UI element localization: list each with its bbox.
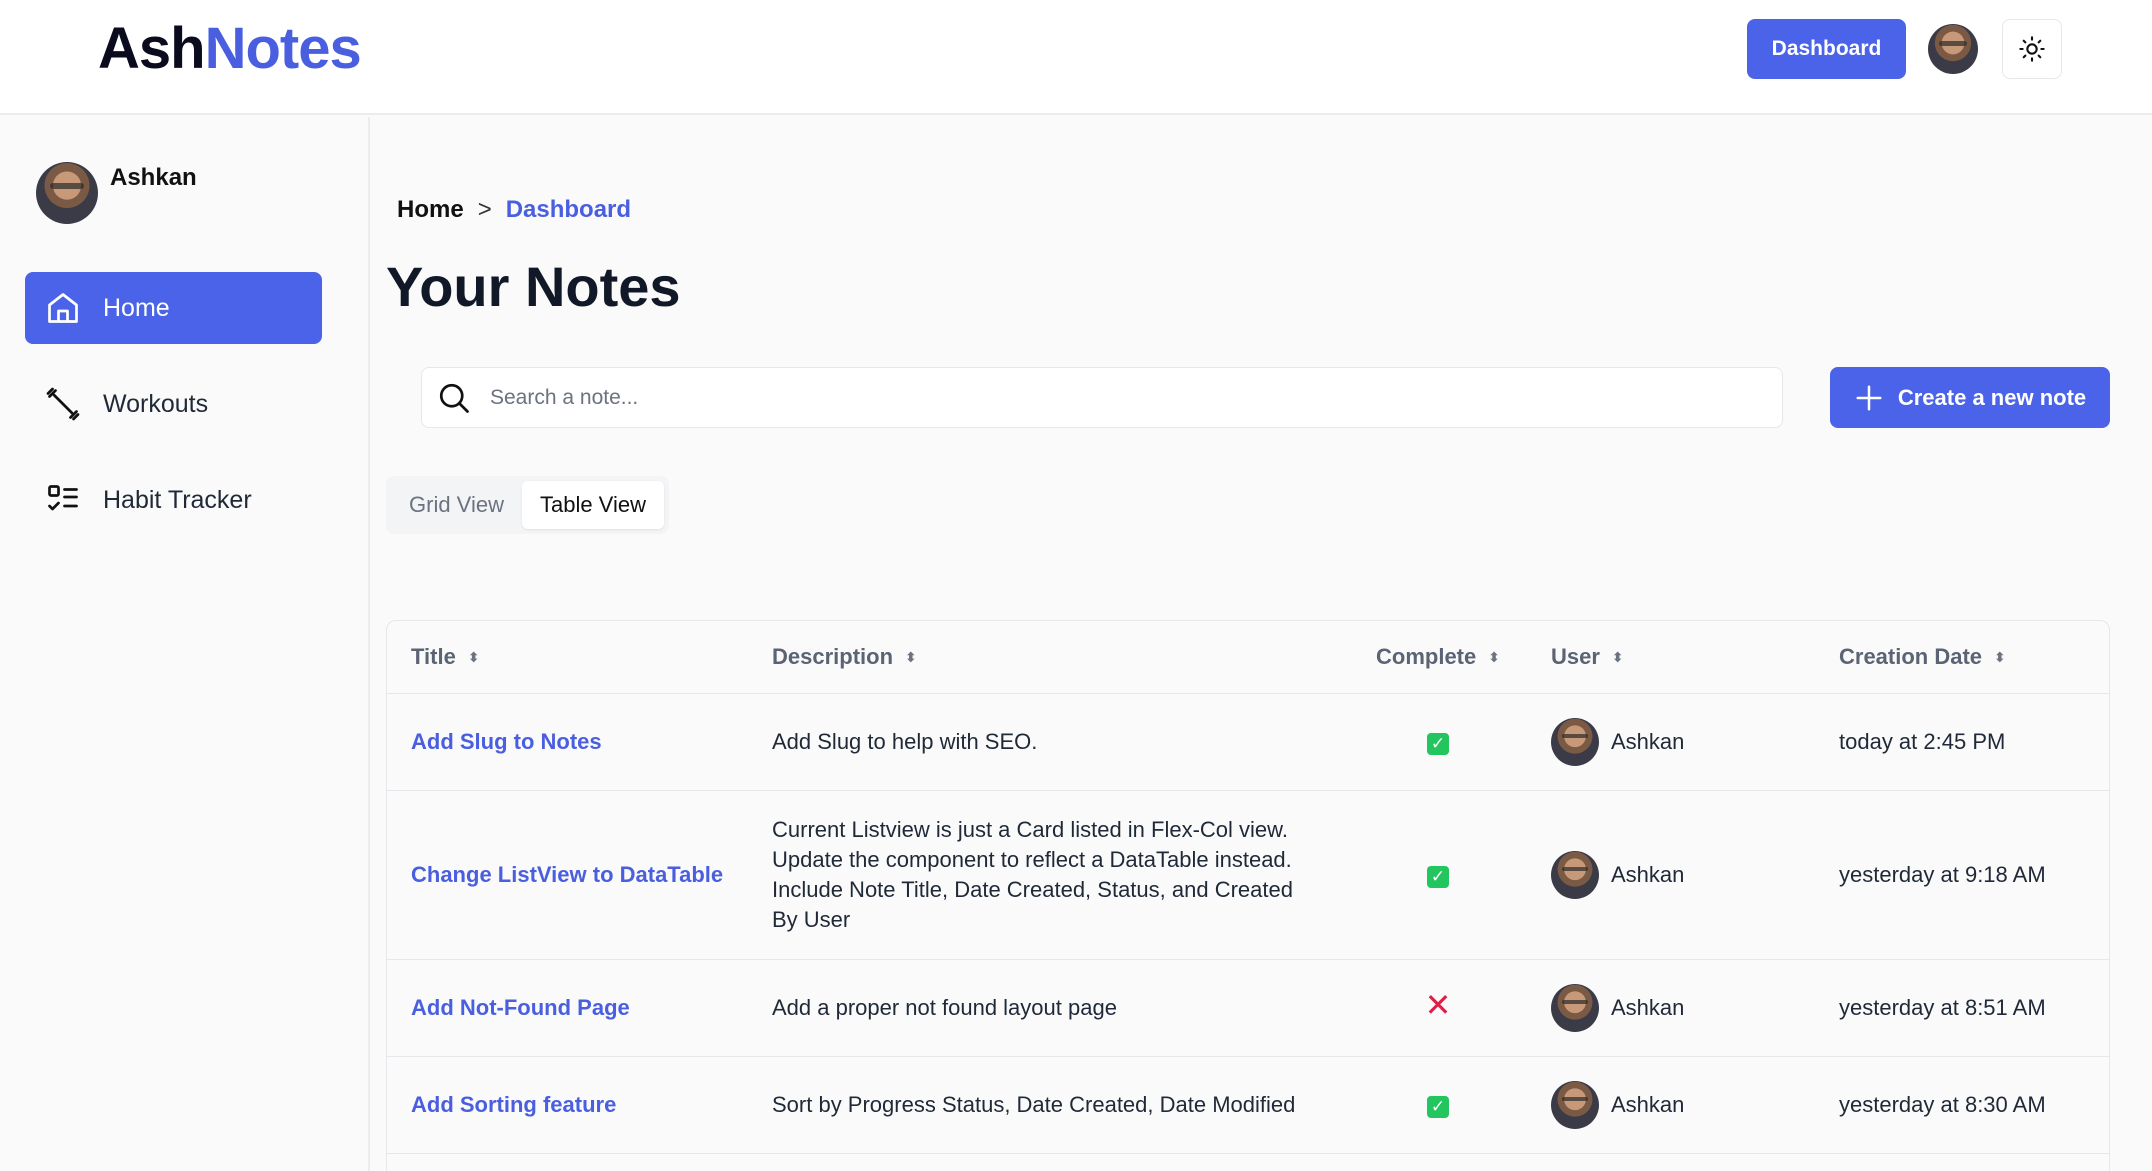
create-note-button[interactable]: Create a new note: [1830, 367, 2110, 428]
create-note-label: Create a new note: [1897, 384, 2087, 410]
user-name: Ashkan: [1611, 861, 1685, 887]
sidebar-item-home[interactable]: Home: [25, 272, 322, 344]
plus-icon: [1856, 385, 1882, 410]
user-cell: Ashkan: [1551, 693, 1839, 791]
sort-icon[interactable]: ⬍: [468, 649, 480, 666]
sort-icon[interactable]: ⬍: [1488, 649, 1500, 666]
notes-table: Title ⬍ Description ⬍ Complete ⬍ User ⬍ Crea…: [386, 620, 2110, 1171]
column-header-complete[interactable]: Complete ⬍: [1325, 621, 1551, 694]
user-name: Ashkan: [1611, 994, 1685, 1020]
search-input[interactable]: [490, 385, 1690, 410]
note-description: Add a proper not found layout page: [772, 959, 1325, 1057]
sidebar-avatar: [36, 162, 98, 224]
column-header-title[interactable]: Title ⬍: [387, 621, 772, 694]
column-header-user[interactable]: User ⬍: [1551, 621, 1839, 694]
cross-icon: ✕: [1424, 986, 1452, 1023]
sidebar-item-label: Habit Tracker: [103, 485, 252, 514]
sort-icon[interactable]: ⬍: [1612, 649, 1624, 666]
column-header-label: Complete: [1376, 643, 1477, 669]
logo-part-notes: Notes: [204, 16, 362, 81]
avatar: [1551, 1080, 1599, 1129]
complete-cell: ✓: [1325, 693, 1551, 791]
column-header-description[interactable]: Description ⬍: [772, 621, 1325, 694]
sidebar-item-workouts[interactable]: Workouts: [25, 368, 322, 440]
grid-view-tab[interactable]: Grid View: [391, 481, 522, 529]
breadcrumb-separator: >: [477, 196, 492, 223]
sidebar-item-habit-tracker[interactable]: Habit Tracker: [25, 464, 322, 536]
breadcrumb: Home > Dashboard: [397, 196, 631, 224]
theme-toggle-button[interactable]: [2002, 19, 2062, 79]
creation-date: yesterday at 9:18 AM: [1839, 790, 2109, 960]
check-icon: ✓: [1427, 865, 1449, 888]
user-cell: Ashkan: [1551, 1056, 1839, 1154]
complete-cell: ✓: [1325, 790, 1551, 960]
breadcrumb-home[interactable]: Home: [397, 196, 464, 224]
dumbbell-icon: [46, 387, 80, 421]
sidebar-user-name: Ashkan: [110, 164, 197, 191]
creation-date: yesterday at 8:30 AM: [1839, 1056, 2109, 1154]
home-icon: [48, 293, 78, 323]
note-title-link[interactable]: Change ListView to DataTable: [387, 790, 772, 960]
avatar: [1551, 983, 1599, 1032]
note-description: Current Listview is just a Card listed i…: [772, 790, 1325, 960]
complete-cell: ✕: [1325, 959, 1551, 1057]
dashboard-button[interactable]: Dashboard: [1747, 19, 1906, 79]
user-cell: Ashkan: [1551, 790, 1839, 960]
sidebar-user[interactable]: Ashkan: [36, 162, 197, 224]
avatar: [1551, 850, 1599, 899]
note-description: Add Slug to help with SEO.: [772, 693, 1325, 791]
note-description: Sort by Progress Status, Date Created, D…: [772, 1056, 1325, 1154]
note-title-link[interactable]: Add Sorting feature: [387, 1056, 772, 1154]
user-name: Ashkan: [1611, 728, 1685, 754]
user-name: Ashkan: [1611, 1091, 1685, 1117]
column-header-label: Creation Date: [1839, 643, 1983, 669]
checklist-icon: [48, 485, 78, 511]
creation-date: yesterday at 8:51 AM: [1839, 959, 2109, 1057]
column-header-creation-date[interactable]: Creation Date ⬍: [1839, 621, 2109, 694]
sidebar: Ashkan Home Workouts Habit Tracker: [0, 117, 370, 1171]
search-icon: [439, 383, 469, 413]
note-title-link[interactable]: Add Not-Found Page: [387, 959, 772, 1057]
top-bar: AshNotes Dashboard: [0, 0, 2152, 115]
sun-icon: [2019, 36, 2045, 62]
table-header-row: Title ⬍ Description ⬍ Complete ⬍ User ⬍ Crea…: [387, 621, 2109, 694]
table-row[interactable]: Add Sorting feature Sort by Progress Sta…: [387, 1056, 2109, 1154]
table-row[interactable]: Change ListView to DataTable Current Lis…: [387, 790, 2109, 960]
view-toggle: Grid View Table View: [386, 476, 669, 534]
sidebar-item-label: Home: [103, 293, 170, 322]
check-icon: ✓: [1427, 732, 1449, 755]
sidebar-item-label: Workouts: [103, 389, 209, 418]
sort-icon[interactable]: ⬍: [1994, 649, 2006, 666]
column-header-label: Description: [772, 643, 894, 669]
breadcrumb-current[interactable]: Dashboard: [506, 196, 631, 224]
column-header-label: User: [1551, 643, 1600, 669]
check-icon: ✓: [1427, 1095, 1449, 1118]
user-cell: Ashkan: [1551, 959, 1839, 1057]
complete-cell: ✓: [1325, 1056, 1551, 1154]
avatar: [1551, 717, 1599, 766]
table-row[interactable]: Add Slug to Notes Add Slug to help with …: [387, 693, 2109, 791]
page-title: Your Notes: [386, 255, 681, 318]
user-avatar[interactable]: [1928, 24, 1978, 74]
creation-date: today at 2:45 PM: [1839, 693, 2109, 791]
app-logo[interactable]: AshNotes: [98, 16, 362, 82]
table-view-tab[interactable]: Table View: [521, 481, 664, 529]
table-row[interactable]: Add Not-Found Page Add a proper not foun…: [387, 959, 2109, 1057]
logo-part-ash: Ash: [98, 16, 206, 81]
sort-icon[interactable]: ⬍: [905, 649, 917, 666]
note-title-link[interactable]: Add Slug to Notes: [387, 693, 772, 791]
column-header-label: Title: [411, 643, 456, 669]
search-bar: [421, 367, 1783, 428]
